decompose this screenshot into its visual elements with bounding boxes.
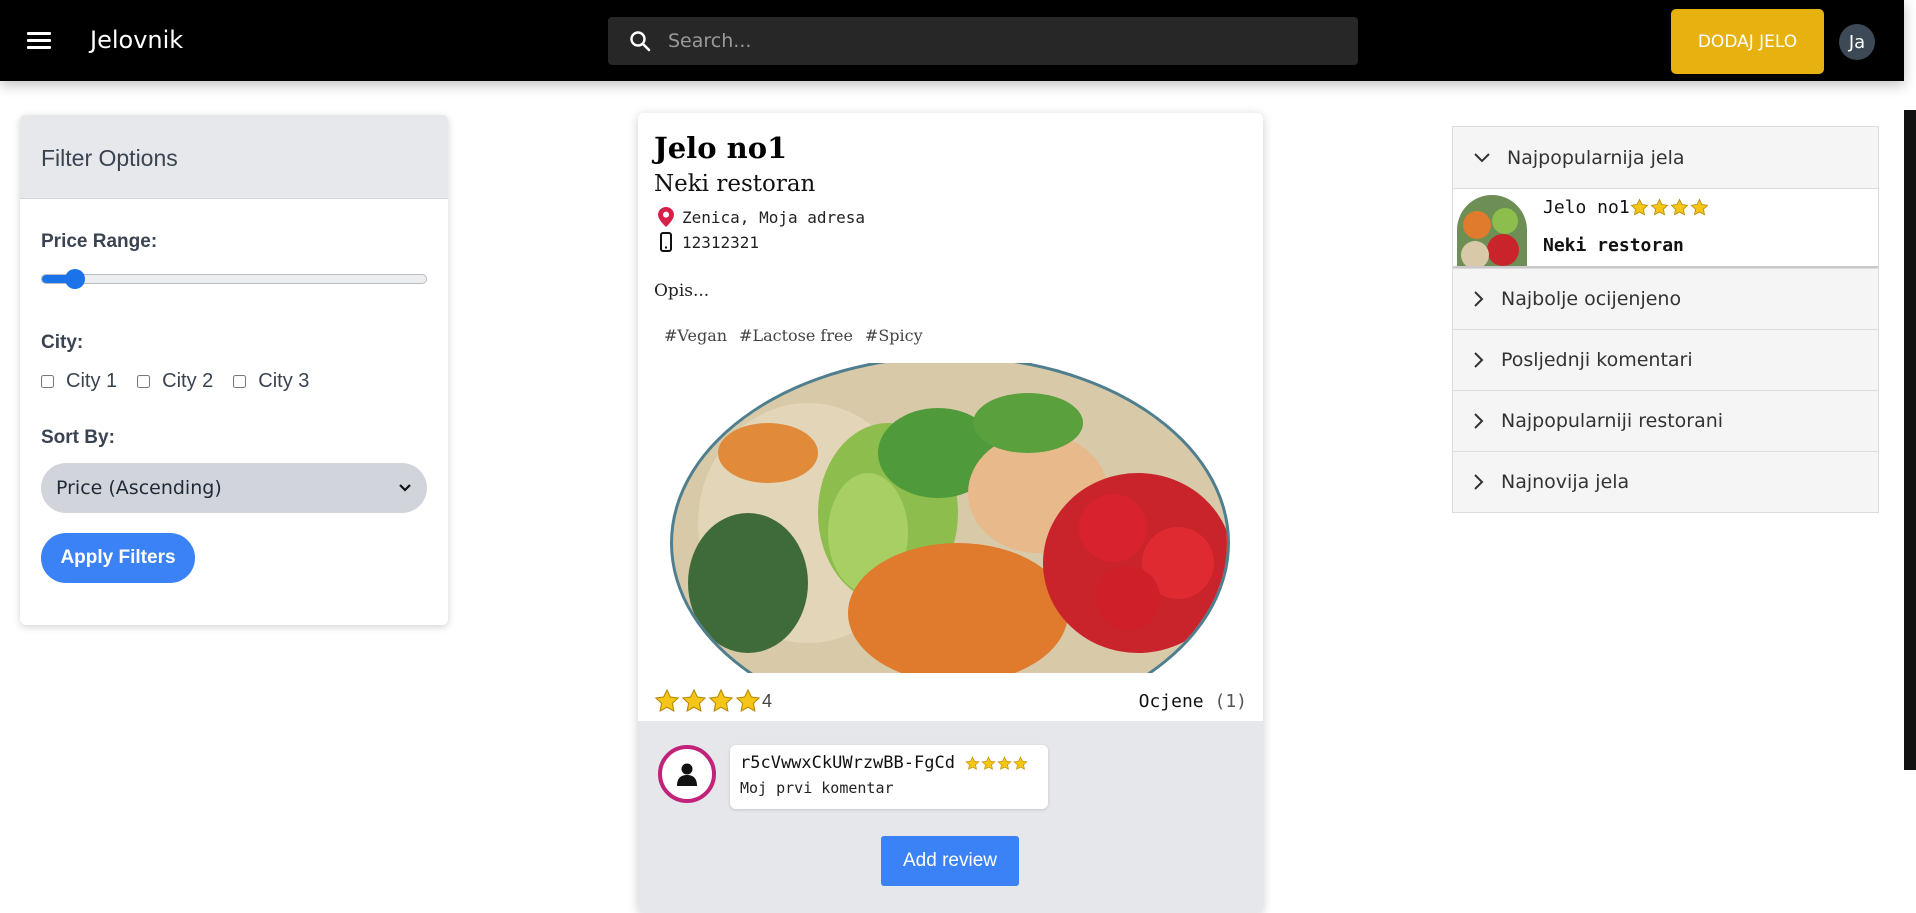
commenter-avatar [658,745,716,803]
city-checkbox[interactable] [137,375,151,388]
chevron-down-icon [1474,152,1490,162]
popular-dish-restaurant: Neki restoran [1543,235,1684,256]
popular-dish-thumbnail [1457,195,1527,266]
star-rating [654,688,762,714]
city-label: City: [41,332,84,353]
location-pin-icon [658,207,674,227]
popular-dish-item[interactable]: Jelo no1 Neki restoran [1453,188,1878,268]
accordion-header[interactable]: Najbolje ocijenjeno [1453,268,1878,329]
filter-panel: Filter Options Price Range: City: City 1… [20,115,448,625]
sort-label: Sort By: [41,427,115,448]
search-input[interactable] [668,30,1268,52]
accordion-title: Najpopularniji restorani [1501,410,1724,432]
star-icon [1690,198,1709,216]
tag[interactable]: #Lactose free [739,326,853,345]
city-option[interactable]: City 3 [233,370,309,393]
city-checkbox[interactable] [233,375,247,388]
user-icon [677,763,697,786]
top-app-bar: Jelovnik DODAJ JELO Ja [0,0,1904,81]
restaurant-name[interactable]: Neki restoran [654,171,815,197]
address-text: Zenica, Moja adresa [682,207,866,227]
search-icon [630,31,651,52]
comment-user: r5cVwwxCkUWrzwBB-FgCd [740,753,955,773]
phone-icon [660,232,672,252]
rating-value: 4 [762,690,773,711]
phone-row: 12312321 [658,232,759,252]
app-title: Jelovnik [90,26,184,54]
star-icon [1630,198,1649,216]
accordion-header[interactable]: Najnovija jela [1453,451,1878,512]
star-icon [965,755,980,770]
dish-description: Opis... [654,281,710,301]
city-option-label: City 2 [162,370,214,392]
popular-dish-name: Jelo no1 [1543,197,1630,218]
star-icon [981,755,996,770]
ratings-count-value: (1) [1214,691,1247,712]
accordion-header-open[interactable]: Najpopularnija jela [1453,127,1878,188]
ratings-count[interactable]: Ocjene (1) [1139,691,1247,712]
dish-name: Jelo no1 [654,131,788,165]
sort-select[interactable]: Price (Ascending) [41,463,427,513]
city-option-label: City 1 [66,370,118,392]
star-icon [708,688,734,712]
dish-rating: 4 [654,688,772,714]
user-avatar[interactable]: Ja [1839,24,1875,60]
tag[interactable]: #Spicy [865,326,923,345]
star-icon [1650,198,1669,216]
sidebar-accordion: Najpopularnija jela Jelo no1 Neki restor… [1452,126,1879,513]
chevron-right-icon [1474,474,1484,490]
price-range-label: Price Range: [41,231,158,252]
sort-selected-value: Price (Ascending) [56,477,222,499]
accordion-header[interactable]: Najpopularniji restorani [1453,390,1878,451]
add-review-button[interactable]: Add review [881,836,1019,886]
star-icon [654,688,680,712]
apply-filters-button[interactable]: Apply Filters [41,533,195,583]
accordion-title: Najpopularnija jela [1507,146,1685,169]
dish-tags: #Vegan #Lactose free #Spicy [664,326,935,345]
accordion-title: Najbolje ocijenjeno [1501,288,1682,310]
star-icon [735,688,761,712]
phone-text: 12312321 [682,232,760,252]
dish-card: Jelo no1 Neki restoran Zenica, Moja adre… [638,113,1263,913]
popular-dish-stars [1630,198,1710,217]
ratings-label: Ocjene [1138,691,1204,712]
accordion-title: Najnovija jela [1501,471,1630,493]
address-row: Zenica, Moja adresa [658,207,865,227]
star-icon [1670,198,1689,216]
chevron-right-icon [1474,291,1484,307]
city-checkbox[interactable] [41,375,54,388]
price-range-slider[interactable] [41,269,427,289]
dish-image [670,363,1230,673]
city-options: City 1 City 2 City 3 [41,370,427,393]
add-dish-button[interactable]: DODAJ JELO [1671,9,1824,74]
star-icon [997,755,1012,770]
filter-title: Filter Options [20,115,448,199]
star-icon [681,688,707,712]
comments-section: r5cVwwxCkUWrzwBB-FgCd Moj prvi komentar … [638,721,1263,913]
city-option[interactable]: City 1 [41,370,117,393]
accordion-title: Posljednji komentari [1501,349,1693,371]
city-option[interactable]: City 2 [137,370,213,393]
comment-bubble: r5cVwwxCkUWrzwBB-FgCd Moj prvi komentar [730,745,1048,809]
tag[interactable]: #Vegan [664,326,727,345]
price-range-thumb[interactable] [65,269,86,289]
chevron-right-icon [1474,413,1484,429]
chevron-right-icon [1474,352,1484,368]
chevron-down-icon [399,484,411,492]
comment-star-rating [965,755,1029,771]
page-scrollbar[interactable] [1904,110,1916,770]
hamburger-menu-icon[interactable] [24,28,54,54]
city-option-label: City 3 [258,370,310,392]
star-icon [1013,755,1028,770]
accordion-header[interactable]: Posljednji komentari [1453,329,1878,390]
search-bar[interactable] [608,17,1358,65]
comment-text: Moj prvi komentar [740,779,894,797]
